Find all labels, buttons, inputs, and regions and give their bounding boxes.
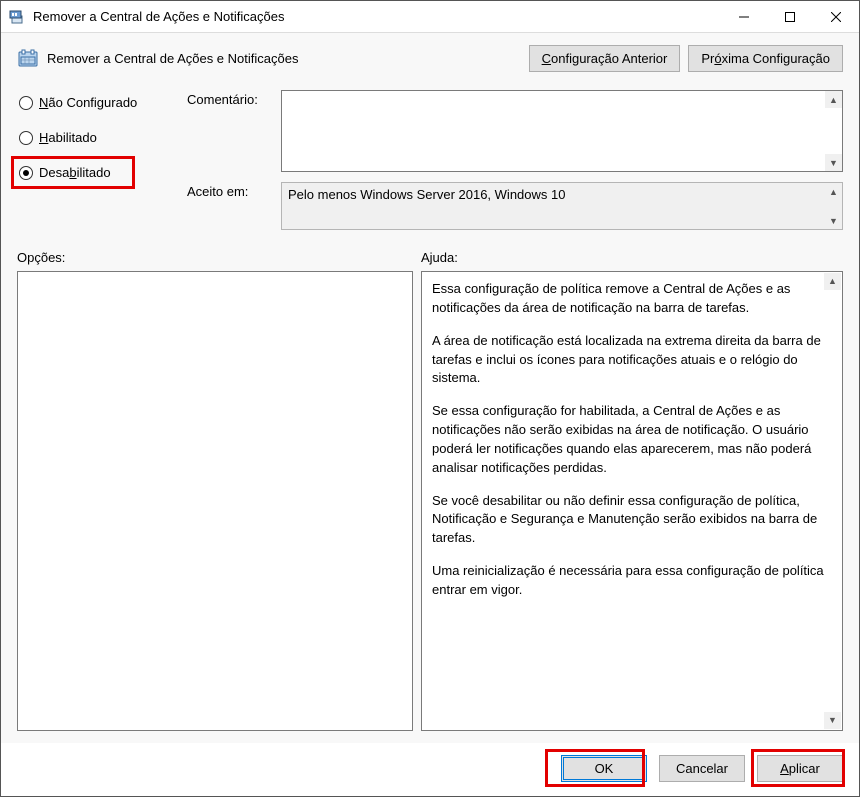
field-column: Comentário: ▲ ▼ Aceito em: Pelo menos Wi…: [187, 90, 843, 230]
scroll-down-icon[interactable]: ▼: [824, 712, 841, 729]
scroll-up-icon[interactable]: ▲: [825, 91, 842, 108]
radio-enabled[interactable]: Habilitado: [17, 127, 175, 148]
help-label: Ajuda:: [421, 250, 458, 265]
comment-label: Comentário:: [187, 90, 273, 172]
scrollbar[interactable]: ▲ ▼: [825, 91, 842, 171]
apply-button[interactable]: Aplicar: [757, 755, 843, 782]
titlebar: Remover a Central de Ações e Notificaçõe…: [1, 1, 859, 33]
window-controls: [721, 1, 859, 33]
previous-setting-button[interactable]: Configuração Anterior: [529, 45, 681, 72]
scroll-down-icon[interactable]: ▼: [825, 154, 842, 171]
help-paragraph: Uma reinicialização é necessária para es…: [432, 562, 832, 600]
next-setting-button[interactable]: Próxima Configuração: [688, 45, 843, 72]
policy-icon: [17, 48, 39, 70]
radio-icon: [19, 96, 33, 110]
comment-row: Comentário: ▲ ▼: [187, 90, 843, 172]
section-labels: Opções: Ajuda:: [17, 250, 843, 265]
supported-label: Aceito em:: [187, 182, 273, 230]
options-label: Opções:: [17, 250, 421, 265]
radio-icon: [19, 166, 33, 180]
help-paragraph: Se você desabilitar ou não definir essa …: [432, 492, 832, 549]
ok-button[interactable]: OK: [561, 755, 647, 782]
supported-row: Aceito em: Pelo menos Windows Server 201…: [187, 182, 843, 230]
radio-not-configured[interactable]: Não Configurado: [17, 92, 175, 113]
header-row: Remover a Central de Ações e Notificaçõe…: [17, 45, 843, 72]
options-pane: [17, 271, 413, 731]
radio-disabled[interactable]: Desabilitado: [17, 162, 175, 183]
close-button[interactable]: [813, 1, 859, 33]
help-text: Essa configuração de política remove a C…: [432, 280, 832, 600]
upper-columns: Não Configurado Habilitado Desabilitado …: [17, 90, 843, 230]
scroll-down-icon[interactable]: ▼: [825, 212, 842, 229]
cancel-button[interactable]: Cancelar: [659, 755, 745, 782]
maximize-button[interactable]: [767, 1, 813, 33]
policy-dialog-window: Remover a Central de Ações e Notificaçõe…: [0, 0, 860, 797]
radio-label: Desabilitado: [39, 165, 111, 180]
scrollbar[interactable]: ▲ ▼: [825, 183, 842, 229]
dialog-content: Remover a Central de Ações e Notificaçõe…: [1, 33, 859, 743]
policy-title: Remover a Central de Ações e Notificaçõe…: [47, 51, 521, 66]
policy-dialog-icon: [9, 9, 25, 25]
radio-label: Habilitado: [39, 130, 97, 145]
dialog-footer: OK Cancelar Aplicar: [1, 743, 859, 796]
window-title: Remover a Central de Ações e Notificaçõe…: [33, 9, 721, 24]
scroll-up-icon[interactable]: ▲: [825, 183, 842, 200]
help-paragraph: Se essa configuração for habilitada, a C…: [432, 402, 832, 477]
help-paragraph: A área de notificação está localizada na…: [432, 332, 832, 389]
comment-textarea[interactable]: ▲ ▼: [281, 90, 843, 172]
supported-on-box: Pelo menos Windows Server 2016, Windows …: [281, 182, 843, 230]
panes: Essa configuração de política remove a C…: [17, 271, 843, 731]
scroll-up-icon[interactable]: ▲: [824, 273, 841, 290]
state-radio-group: Não Configurado Habilitado Desabilitado: [17, 90, 175, 183]
radio-icon: [19, 131, 33, 145]
help-pane[interactable]: Essa configuração de política remove a C…: [421, 271, 843, 731]
help-paragraph: Essa configuração de política remove a C…: [432, 280, 832, 318]
minimize-button[interactable]: [721, 1, 767, 33]
scrollbar[interactable]: ▲ ▼: [824, 273, 841, 729]
supported-on-text: Pelo menos Windows Server 2016, Windows …: [288, 187, 565, 225]
radio-label: Não Configurado: [39, 95, 137, 110]
